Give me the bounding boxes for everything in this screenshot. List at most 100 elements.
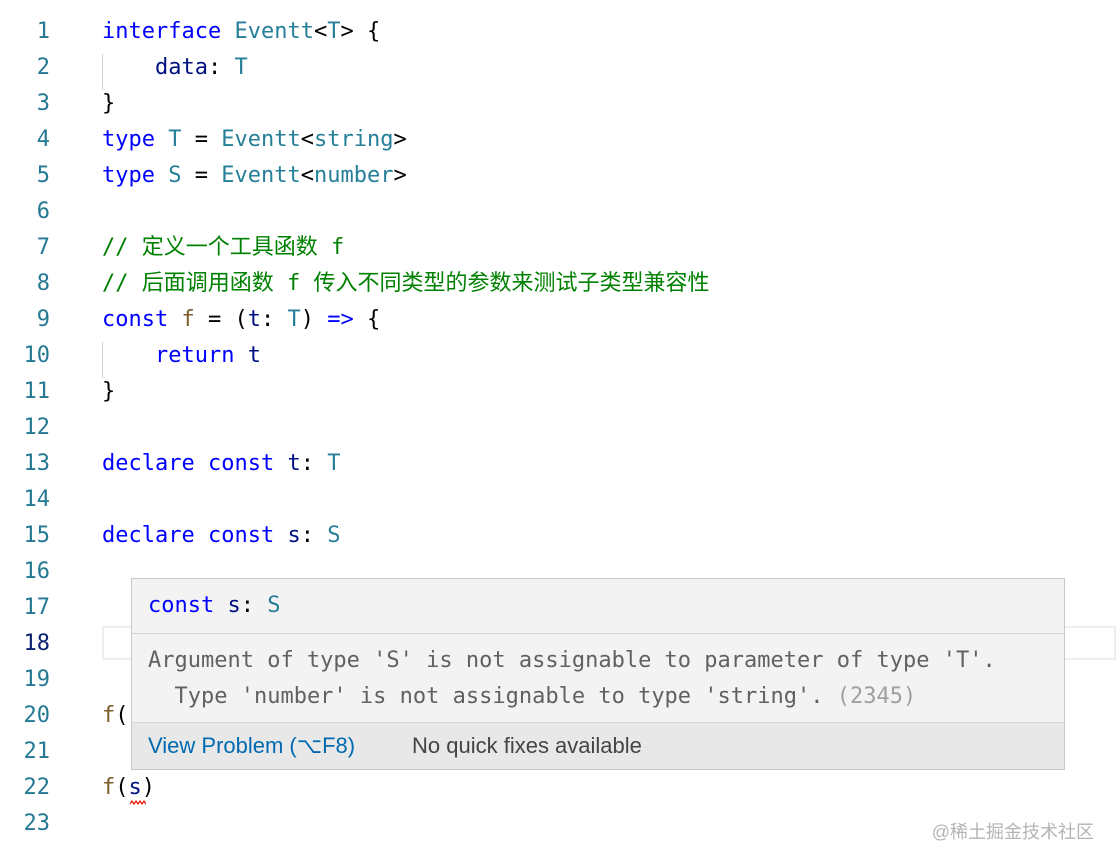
- error-message-line-1: Argument of type 'S' is not assignable t…: [148, 648, 996, 673]
- line-number: 15: [23, 523, 51, 548]
- code-token: type: [102, 127, 155, 152]
- code-token: interface: [102, 19, 222, 44]
- no-quick-fixes-text: No quick fixes available: [412, 733, 642, 758]
- code-line[interactable]: 2 data: T: [0, 50, 1116, 86]
- code-line[interactable]: 10 return t: [0, 338, 1116, 374]
- code-token: Eventt: [221, 163, 301, 188]
- code-text[interactable]: declare const t: T: [102, 446, 340, 482]
- code-token: t: [287, 451, 301, 476]
- line-number: 10: [23, 343, 51, 368]
- code-text[interactable]: f(s): [102, 770, 155, 806]
- code-token: const: [207, 523, 275, 548]
- code-token: = (: [194, 307, 248, 332]
- code-text[interactable]: data: T: [102, 50, 248, 86]
- signature-token: s: [227, 593, 241, 618]
- code-token: :: [300, 523, 328, 548]
- code-line[interactable]: 8 // 后面调用函数 f 传入不同类型的参数来测试子类型兼容性: [0, 266, 1116, 302]
- code-line[interactable]: 1 interface Eventt<T> {: [0, 14, 1116, 50]
- code-token: t: [247, 307, 261, 332]
- code-line[interactable]: 4 type T = Eventt<string>: [0, 122, 1116, 158]
- signature-token: :: [240, 593, 268, 618]
- code-line[interactable]: 14: [0, 482, 1116, 518]
- code-token: :: [260, 307, 288, 332]
- line-number: 16: [23, 559, 51, 584]
- code-text[interactable]: interface Eventt<T> {: [102, 14, 380, 50]
- error-message-text: Type 'number' is not assignable to type …: [148, 684, 824, 709]
- code-token: T: [327, 451, 341, 476]
- code-token: S: [327, 523, 341, 548]
- line-number: 7: [36, 235, 50, 260]
- code-line[interactable]: 5 type S = Eventt<number>: [0, 158, 1116, 194]
- code-line[interactable]: 6: [0, 194, 1116, 230]
- code-text[interactable]: // 定义一个工具函数 f: [102, 230, 344, 266]
- code-token: {: [353, 307, 381, 332]
- code-line[interactable]: 7 // 定义一个工具函数 f: [0, 230, 1116, 266]
- code-token: ): [141, 775, 155, 800]
- code-token: number: [313, 163, 394, 188]
- code-token: Eventt: [221, 127, 301, 152]
- code-token: ): [300, 307, 328, 332]
- code-line[interactable]: 9 const f = (t: T) => {: [0, 302, 1116, 338]
- line-number: 5: [36, 163, 50, 188]
- code-token: T: [234, 55, 248, 80]
- code-token: t: [247, 343, 261, 368]
- line-number: 18: [23, 631, 51, 656]
- code-text[interactable]: }: [102, 374, 115, 410]
- code-text[interactable]: }: [102, 86, 115, 122]
- code-token: declare: [102, 451, 195, 476]
- code-token: :: [300, 451, 328, 476]
- error-squiggle: [130, 800, 146, 806]
- error-code: (2345): [836, 684, 917, 709]
- signature-token: const: [148, 593, 215, 618]
- code-token: >: [393, 163, 407, 188]
- code-token: data: [154, 55, 208, 80]
- code-token: =>: [327, 307, 354, 332]
- code-text[interactable]: type T = Eventt<string>: [102, 122, 407, 158]
- code-line[interactable]: 15 declare const s: S: [0, 518, 1116, 554]
- code-token: return: [154, 343, 235, 368]
- code-editor[interactable]: 1 interface Eventt<T> {2 data: T 3} 4 type T…: [0, 0, 1116, 866]
- watermark: @稀土掘金技术社区: [931, 822, 1094, 842]
- code-token: f: [102, 703, 116, 728]
- code-line[interactable]: 22 f(s): [0, 770, 1116, 806]
- line-number: 14: [23, 487, 51, 512]
- line-number: 4: [36, 127, 50, 152]
- code-text[interactable]: return t: [102, 338, 261, 374]
- code-line[interactable]: 3}: [0, 86, 1116, 122]
- line-number: 17: [23, 595, 51, 620]
- code-text[interactable]: declare const s: S: [102, 518, 340, 554]
- code-token: :: [207, 55, 235, 80]
- line-number: 12: [23, 415, 51, 440]
- line-number: 22: [23, 775, 51, 800]
- code-token: T: [327, 19, 341, 44]
- code-line[interactable]: 12: [0, 410, 1116, 446]
- code-line[interactable]: 11}: [0, 374, 1116, 410]
- line-number: 1: [36, 19, 50, 44]
- hover-divider: [132, 633, 1064, 634]
- code-token: =: [181, 127, 222, 152]
- line-number: 13: [23, 451, 51, 476]
- code-line[interactable]: 13 declare const t: T: [0, 446, 1116, 482]
- code-text[interactable]: // 后面调用函数 f 传入不同类型的参数来测试子类型兼容性: [102, 266, 709, 302]
- hover-tooltip: const s: S Argument of type 'S' is not a…: [131, 578, 1065, 770]
- code-token: <: [313, 19, 328, 44]
- line-number: 11: [23, 379, 51, 404]
- hover-signature: const s: S: [148, 579, 280, 633]
- error-message-line-2: Type 'number' is not assignable to type …: [148, 679, 916, 715]
- view-problem-link[interactable]: View Problem (⌥F8): [148, 723, 355, 769]
- code-token: (: [115, 703, 129, 728]
- code-token: f: [102, 775, 116, 800]
- line-number: 20: [23, 703, 51, 728]
- code-text[interactable]: const f = (t: T) => {: [102, 302, 380, 338]
- code-token: // 后面调用函数 f 传入不同类型的参数来测试子类型兼容性: [102, 271, 710, 296]
- code-text[interactable]: type S = Eventt<number>: [102, 158, 407, 194]
- code-token: T: [168, 127, 182, 152]
- code-text[interactable]: f(: [102, 698, 129, 734]
